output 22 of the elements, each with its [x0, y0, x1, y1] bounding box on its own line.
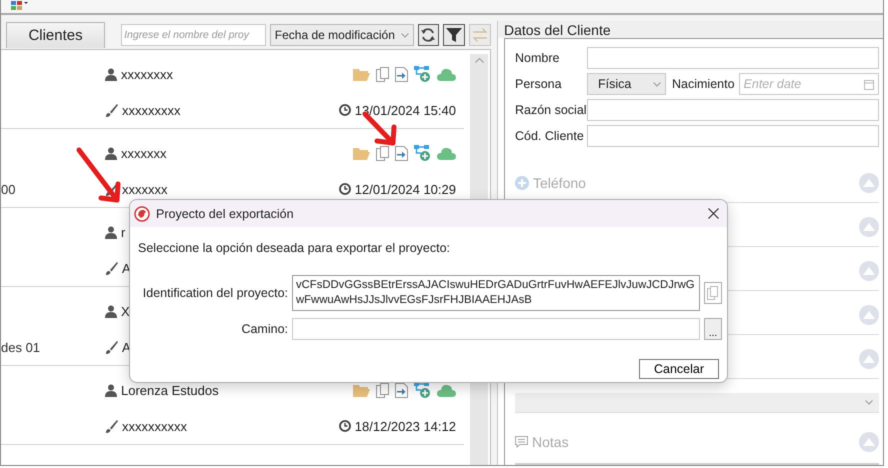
field-label: Nombre [515, 51, 560, 65]
panel-title: Datos del Cliente [498, 21, 883, 38]
field-label: Identification del proyecto: [142, 286, 288, 300]
author-name: xxxxxxxxxx [122, 418, 187, 434]
modified-date: 18/12/2023 14:12 [354, 418, 456, 434]
dialog-title: Proyecto del exportación [156, 206, 295, 220]
client-name: r [121, 224, 126, 240]
field-label: Camino: [240, 322, 288, 336]
modified-date: 12/01/2024 10:29 [354, 182, 456, 196]
client-name: Lorenza Estudos [121, 382, 219, 398]
client-name: xxxxxxx [121, 146, 166, 160]
client-name: xxxxxxxx [121, 66, 173, 82]
modified-date: 13/01/2024 15:40 [354, 102, 456, 118]
client-name: X [121, 304, 130, 318]
field-label: Nacimiento [672, 77, 735, 91]
field-label: Persona [515, 77, 563, 91]
author-name: xxxxxxxxx [122, 102, 180, 118]
dialog-message: Seleccione la opción deseada para exportar el proyecto: [138, 241, 452, 255]
field-label: Cód. Cliente [515, 129, 583, 143]
row-label: 00 [1, 182, 16, 196]
row-label: des 01 [1, 340, 42, 354]
author-name: xxxxxxx [122, 182, 168, 196]
